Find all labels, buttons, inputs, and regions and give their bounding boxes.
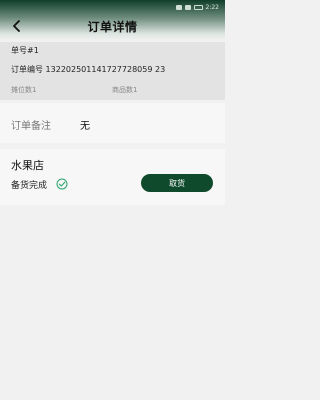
check-circle-icon	[56, 178, 68, 190]
order-code-label: 订单编号	[11, 65, 43, 74]
store-status: 备货完成	[11, 181, 48, 191]
order-number: 单号#1	[11, 46, 39, 55]
battery-icon	[193, 4, 203, 10]
store-name: 水果店	[11, 159, 44, 172]
remark-value: 无	[80, 121, 90, 132]
remark-card: 订单备注 无	[0, 103, 225, 143]
signal-icon	[184, 4, 191, 10]
chevron-left-icon	[13, 20, 20, 32]
order-info-card: 单号#1 订单编号 132202501141727728059 23 摊位数1 …	[0, 42, 225, 100]
nav-bar: 订单详情	[0, 14, 225, 38]
order-code-value: 132202501141727728059 23	[45, 65, 166, 74]
order-code: 订单编号 132202501141727728059 23	[11, 64, 165, 75]
goods-count: 商品数1	[112, 86, 138, 94]
pickup-button[interactable]: 取货	[141, 174, 213, 192]
remark-label: 订单备注	[11, 121, 51, 132]
status-bar: 2:22	[0, 0, 225, 14]
status-time: 2:22	[205, 3, 219, 11]
stall-count: 摊位数1	[11, 86, 37, 94]
bluetooth-icon	[175, 4, 182, 10]
page-title: 订单详情	[87, 19, 138, 34]
back-button[interactable]	[9, 18, 25, 34]
